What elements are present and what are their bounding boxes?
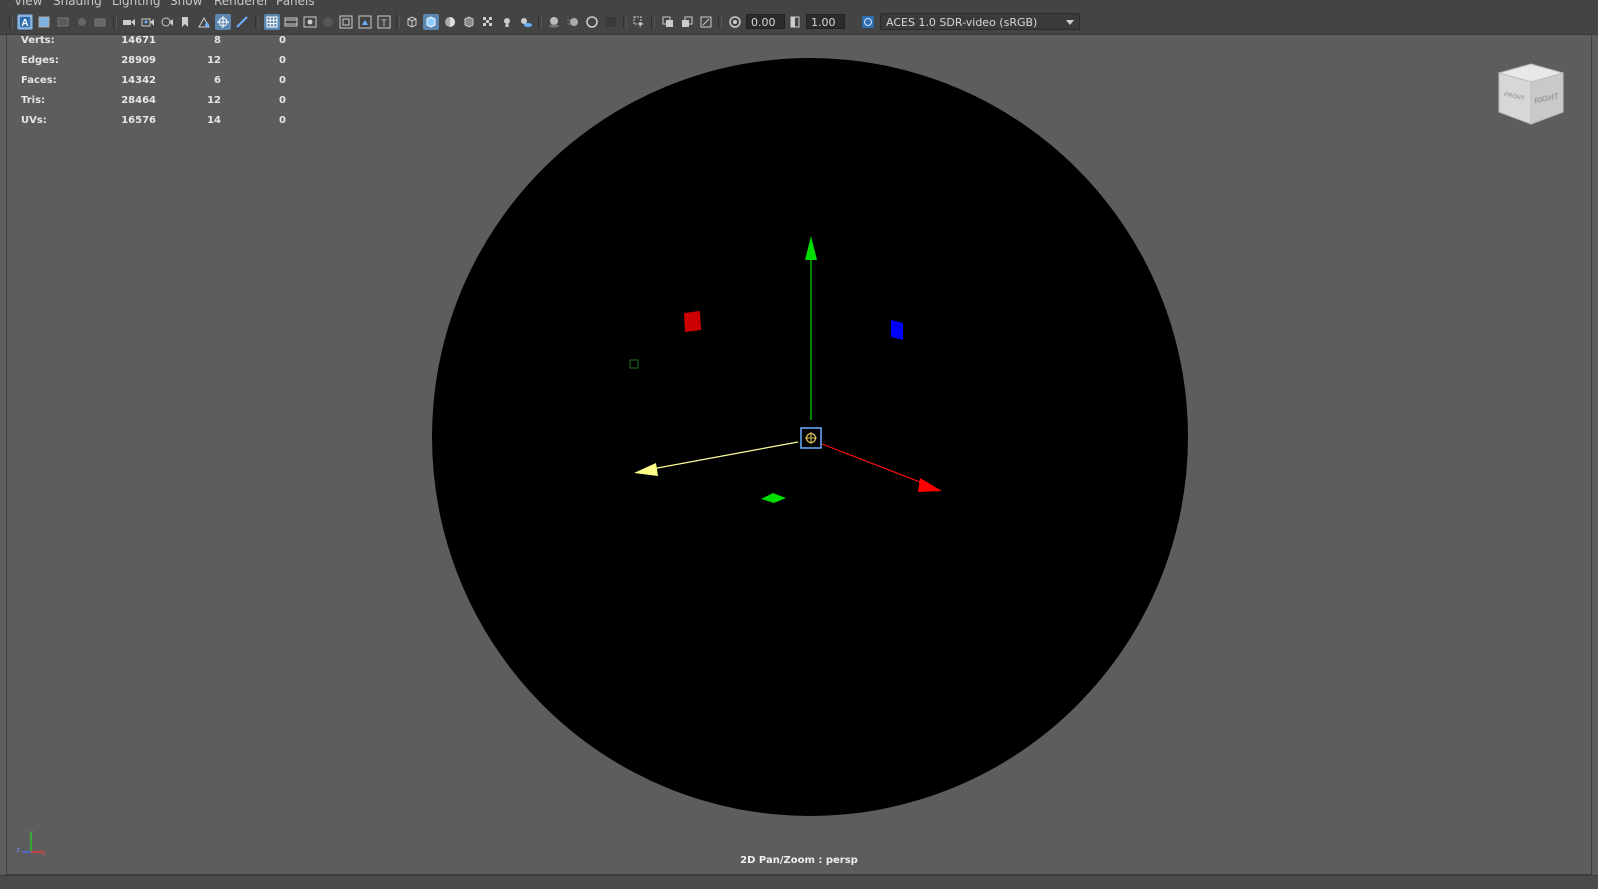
panel-bottom-border — [0, 875, 1598, 889]
sphere-object[interactable] — [432, 58, 1188, 816]
axis-indicator-z-label: z — [17, 847, 21, 854]
move-manip-yz-plane-handle[interactable] — [684, 311, 701, 332]
viewcube[interactable]: FRONT RIGHT — [1497, 63, 1565, 125]
camera-mode-label: 2D Pan/Zoom : persp — [740, 855, 858, 866]
move-manip-xy-plane-handle[interactable] — [891, 320, 903, 340]
axis-indicator: y x z — [17, 830, 47, 857]
viewport-scene: FRONT RIGHT y x z — [17, 58, 1565, 857]
axis-indicator-y-label: y — [29, 830, 33, 837]
